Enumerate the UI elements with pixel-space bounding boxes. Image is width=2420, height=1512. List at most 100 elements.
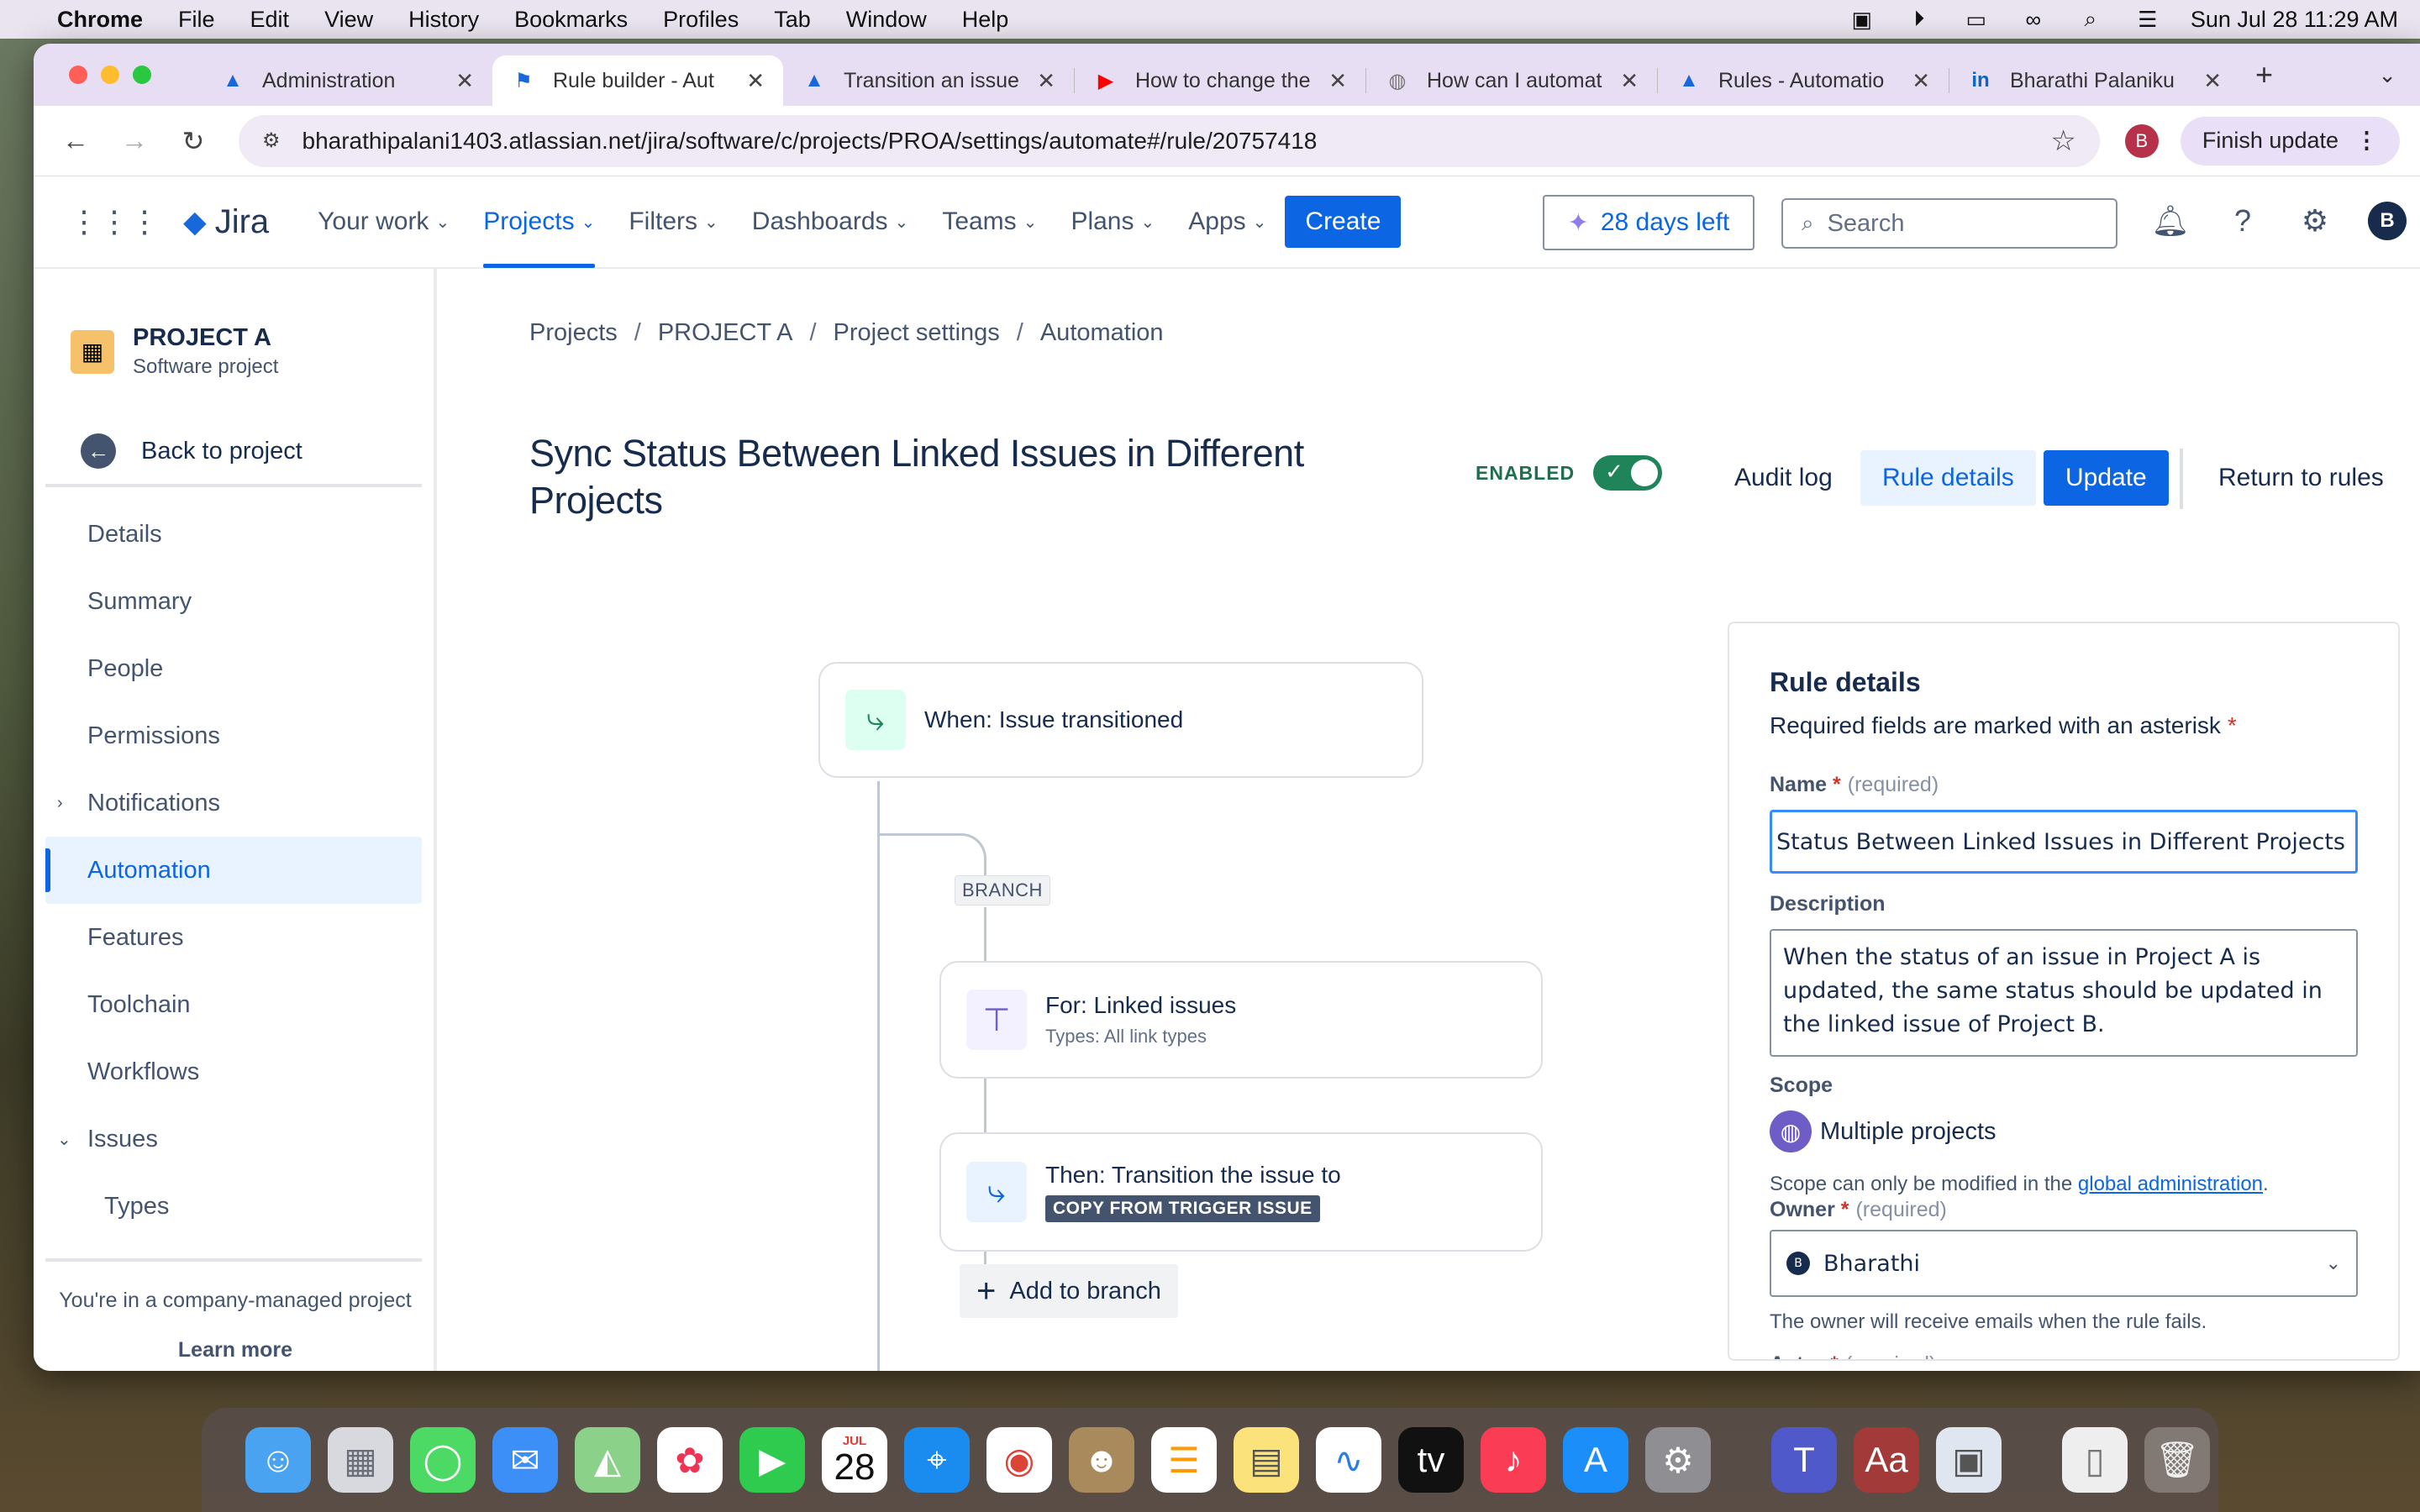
sidebar-item-workflows[interactable]: Workflows — [45, 1038, 422, 1105]
reload-icon[interactable]: ↻ — [171, 125, 215, 157]
menu-file[interactable]: File — [178, 7, 215, 33]
action-node[interactable]: ⤷ Then: Transition the issue to COPY FRO… — [939, 1132, 1543, 1252]
menu-tab[interactable]: Tab — [774, 7, 811, 33]
zoom-window-button[interactable] — [133, 66, 151, 84]
search-input[interactable]: ⌕ Search — [1781, 198, 2118, 249]
chrome-icon[interactable]: ◉ — [986, 1427, 1052, 1493]
apple-tv-icon[interactable]: tv — [1398, 1427, 1464, 1493]
close-tab-icon[interactable]: ✕ — [455, 68, 474, 94]
notes-status-icon[interactable]: ▣ — [1848, 7, 1876, 32]
nav-projects[interactable]: Projects ⌄ — [483, 176, 596, 268]
photos-icon[interactable]: ✿ — [657, 1427, 723, 1493]
update-button[interactable]: Update — [2044, 450, 2169, 506]
menu-help[interactable]: Help — [962, 7, 1009, 33]
tab-transition-issue[interactable]: ▲ Transition an issue ✕ — [783, 55, 1074, 106]
sidebar-item-types[interactable]: Types — [45, 1173, 422, 1240]
downloads-stack-icon[interactable]: ▯ — [2062, 1427, 2128, 1493]
dictionary-icon[interactable]: Aa — [1854, 1427, 1919, 1493]
create-button[interactable]: Create — [1285, 196, 1402, 248]
branch-node[interactable]: ⊤ For: Linked issues Types: All link typ… — [939, 961, 1543, 1079]
sidebar-item-summary[interactable]: Summary — [45, 568, 422, 635]
nav-apps[interactable]: Apps ⌄ — [1188, 176, 1266, 268]
tab-rule-builder[interactable]: ⚑ Rule builder - Aut ✕ — [492, 55, 783, 106]
description-field[interactable]: When the status of an issue in Project A… — [1770, 929, 2358, 1057]
nav-dashboards[interactable]: Dashboards ⌄ — [752, 176, 909, 268]
teams-icon[interactable]: T — [1771, 1427, 1837, 1493]
tab-search-chevron-icon[interactable]: ⌄ — [2378, 62, 2396, 88]
calendar-icon[interactable]: JUL 28 — [822, 1427, 887, 1493]
tab-rules-automation[interactable]: ▲ Rules - Automatio ✕ — [1658, 55, 1949, 106]
notes-icon[interactable]: ▤ — [1234, 1427, 1299, 1493]
tab-administration[interactable]: ▲ Administration ✕ — [202, 55, 492, 106]
nav-filters[interactable]: Filters ⌄ — [629, 176, 718, 268]
breadcrumb-projects[interactable]: Projects — [529, 319, 618, 347]
breadcrumb-automation[interactable]: Automation — [1040, 319, 1164, 347]
nav-plans[interactable]: Plans ⌄ — [1071, 176, 1155, 268]
freeform-icon[interactable]: ∿ — [1316, 1427, 1381, 1493]
rule-enabled-toggle[interactable]: ENABLED ✓ — [1476, 455, 1663, 491]
menu-window[interactable]: Window — [846, 7, 927, 33]
menu-bookmarks[interactable]: Bookmarks — [514, 7, 628, 33]
settings-gear-icon[interactable]: ⚙ — [2296, 202, 2334, 240]
new-tab-icon[interactable]: + — [2255, 57, 2273, 92]
close-tab-icon[interactable]: ✕ — [1912, 68, 1930, 94]
profile-avatar[interactable]: B — [2124, 123, 2159, 158]
sidebar-item-permissions[interactable]: Permissions — [45, 702, 422, 769]
back-arrow-icon[interactable]: ← — [54, 125, 97, 156]
bookmark-star-icon[interactable]: ☆ — [2050, 124, 2075, 158]
url-text[interactable]: bharathipalani1403.atlassian.net/jira/so… — [302, 128, 1318, 155]
trash-icon[interactable]: 🗑︎ — [2144, 1427, 2210, 1493]
minimize-window-button[interactable] — [101, 66, 119, 84]
spotlight-icon[interactable]: ⌕ — [2076, 6, 2105, 31]
audit-log-button[interactable]: Audit log — [1712, 450, 1854, 506]
app-switcher-icon[interactable]: ⋮⋮⋮ — [69, 204, 160, 239]
menu-profiles[interactable]: Profiles — [663, 7, 739, 33]
finish-update-button[interactable]: Finish update ⋮ — [2180, 116, 2400, 165]
learn-more-link[interactable]: Learn more — [34, 1338, 437, 1362]
menu-history[interactable]: History — [408, 7, 479, 33]
sidebar-item-details[interactable]: Details — [45, 501, 422, 568]
control-center-icon[interactable]: ☰ — [2133, 7, 2162, 32]
menu-app-name[interactable]: Chrome — [57, 7, 143, 33]
owner-select[interactable]: B Bharathi ⌄ — [1770, 1230, 2358, 1297]
help-icon[interactable]: ? — [2223, 202, 2262, 240]
rule-name-field[interactable]: c Status Between Linked Issues in Differ… — [1770, 810, 2358, 874]
sidebar-item-issues[interactable]: ⌄ Issues — [45, 1105, 422, 1173]
mail-icon[interactable]: ✉ — [492, 1427, 558, 1493]
menubar-datetime[interactable]: Sun Jul 28 11:29 AM — [2191, 7, 2398, 33]
notifications-bell-icon[interactable]: 🔔︎ — [2151, 202, 2190, 240]
user-avatar[interactable]: B — [2368, 202, 2407, 240]
tab-linkedin[interactable]: in Bharathi Palaniku ✕ — [1949, 55, 2240, 106]
trigger-node[interactable]: ⤷ When: Issue transitioned — [818, 662, 1423, 778]
system-settings-icon[interactable]: ⚙ — [1645, 1427, 1711, 1493]
sidebar-item-people[interactable]: People — [45, 635, 422, 702]
rule-details-button[interactable]: Rule details — [1860, 450, 2036, 506]
add-to-branch-button[interactable]: + Add to branch — [960, 1264, 1178, 1318]
reminders-icon[interactable]: ☰ — [1151, 1427, 1217, 1493]
trial-days-button[interactable]: ✦ 28 days left — [1543, 195, 1754, 250]
facetime-icon[interactable]: ▶ — [739, 1427, 805, 1493]
link-status-icon[interactable]: ∞ — [2019, 7, 2048, 32]
nav-teams[interactable]: Teams ⌄ — [942, 176, 1037, 268]
back-to-project-link[interactable]: ← Back to project — [81, 433, 302, 469]
return-to-rules-button[interactable]: Return to rules — [2196, 450, 2406, 506]
forward-arrow-icon[interactable]: → — [113, 125, 156, 156]
project-header[interactable]: ▦ PROJECT A Software project — [71, 324, 278, 379]
music-icon[interactable]: ♪ — [1481, 1427, 1546, 1493]
sidebar-item-features[interactable]: Features — [45, 904, 422, 971]
close-window-button[interactable] — [69, 66, 87, 84]
battery-icon[interactable]: ▭ — [1962, 7, 1991, 32]
contacts-icon[interactable]: ☻ — [1069, 1427, 1134, 1493]
menu-view[interactable]: View — [324, 7, 373, 33]
close-tab-icon[interactable]: ✕ — [1037, 68, 1055, 94]
address-bar[interactable]: ⚙ bharathipalani1403.atlassian.net/jira/… — [239, 114, 2100, 167]
tab-youtube[interactable]: ▶ How to change the ✕ — [1075, 55, 1365, 106]
launchpad-icon[interactable]: ▦ — [328, 1427, 393, 1493]
menu-edit[interactable]: Edit — [250, 7, 290, 33]
safari-icon[interactable]: ⌖ — [904, 1427, 970, 1493]
sidebar-item-notifications[interactable]: › Notifications — [45, 769, 422, 837]
nav-your-work[interactable]: Your work ⌄ — [318, 176, 450, 268]
preview-icon[interactable]: ▣ — [1936, 1427, 2002, 1493]
sidebar-item-automation[interactable]: Automation — [45, 837, 422, 904]
kebab-menu-icon[interactable]: ⋮ — [2355, 128, 2378, 154]
